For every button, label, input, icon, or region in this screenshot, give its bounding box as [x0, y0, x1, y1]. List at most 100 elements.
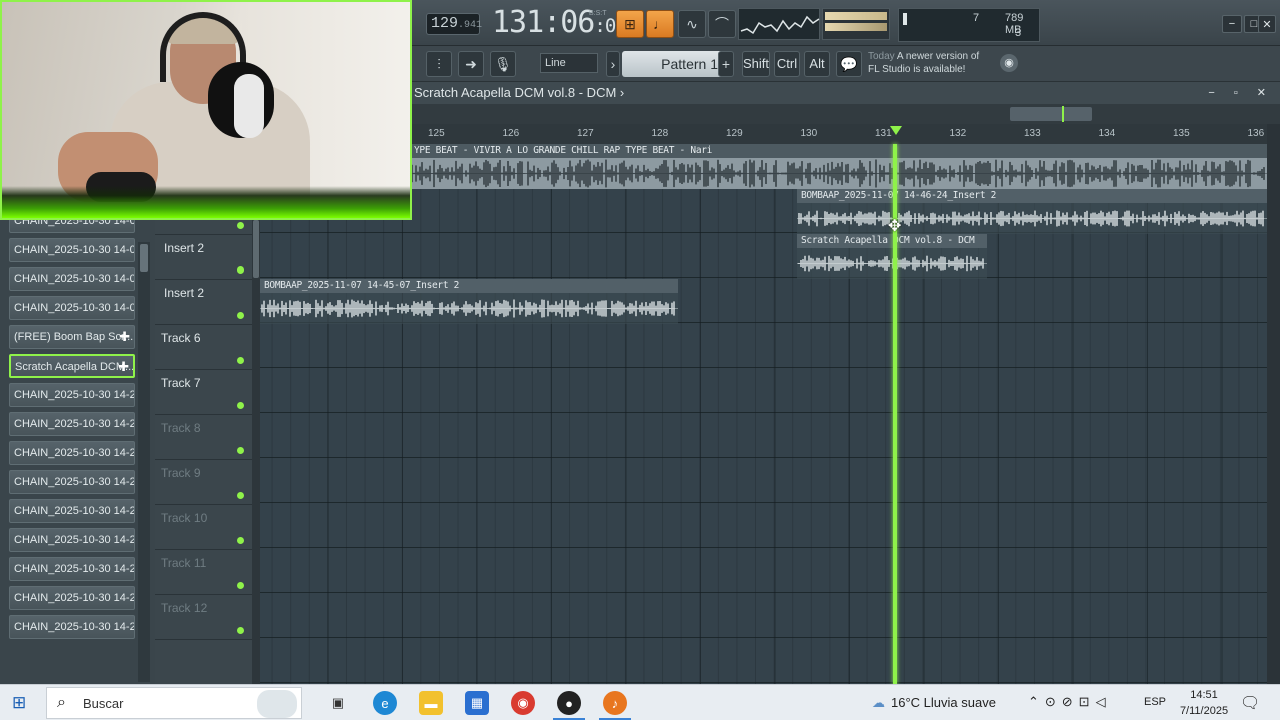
browser-item[interactable]: CHAIN_2025-10-30 14-2...: [9, 383, 135, 407]
clip-bombaap-1[interactable]: BOMBAAP_2025-11-07 14-46-24_Insert 2: [797, 189, 1267, 234]
track-resize-handle[interactable]: [252, 144, 260, 684]
waveform-icon: ∿: [686, 15, 698, 32]
browser-item[interactable]: CHAIN_2025-10-30 14-2...: [9, 557, 135, 581]
hint-line-2: FL Studio is available!: [868, 64, 966, 75]
playlist-overview-scrollbar[interactable]: [410, 104, 1280, 124]
taskbar-search[interactable]: ⌕ Buscar: [46, 687, 302, 719]
chrome-icon[interactable]: ◉: [511, 691, 535, 715]
playlist-titlebar: Scratch Acapella DCM vol.8 - DCM › − ▫ ✕: [410, 82, 1280, 104]
weather-widget[interactable]: ☁ 16°C Lluvia suave: [872, 695, 996, 711]
clip-bombaap-2[interactable]: BOMBAAP_2025-11-07 14-45-07_Insert 2: [260, 279, 678, 324]
obs-icon[interactable]: ●: [557, 691, 581, 715]
browser-item[interactable]: Scratch Acapella DCM... ✚: [9, 354, 135, 378]
fl-studio-icon[interactable]: ♪: [603, 691, 627, 715]
track-mute-led[interactable]: [237, 266, 244, 273]
browser-item[interactable]: CHAIN_2025-10-30 14-2...: [9, 470, 135, 494]
pattern-prev-button[interactable]: ›: [606, 51, 620, 77]
browser-scroll-thumb[interactable]: [140, 244, 148, 272]
store-icon[interactable]: ▦: [465, 691, 489, 715]
next-button[interactable]: ➜: [458, 51, 484, 77]
clip-scratch[interactable]: Scratch Acapella DCM vol.8 - DCM: [797, 234, 987, 279]
add-pattern-button[interactable]: +: [718, 51, 734, 77]
language-indicator[interactable]: ESP: [1144, 696, 1166, 708]
grip-thumb[interactable]: [253, 220, 259, 278]
step-edit-button[interactable]: ⊞: [616, 10, 644, 38]
folder-icon[interactable]: ▬: [419, 691, 443, 715]
record-button[interactable]: 🎙: [490, 51, 516, 77]
browser-item[interactable]: CHAIN_2025-10-30 14-2...: [9, 528, 135, 552]
playlist-right-scrollbar[interactable]: [1267, 124, 1280, 684]
overview-thumb[interactable]: [1010, 107, 1092, 121]
clock-date: 7/11/2025: [1179, 705, 1229, 717]
track-mute-led[interactable]: [237, 447, 244, 454]
hint-today: Today: [868, 51, 895, 62]
taskbar-clock[interactable]: 14:51 7/11/2025: [1176, 687, 1232, 719]
track-mute-led[interactable]: [237, 357, 244, 364]
track-header[interactable]: Track 12: [155, 595, 252, 640]
browser-item-label: CHAIN_2025-10-30 14-2...: [14, 534, 135, 546]
clip-beat[interactable]: YPE BEAT - VIVIR A LO GRANDE CHILL RAP T…: [410, 144, 1267, 189]
track-name: Track 10: [161, 511, 208, 525]
track-mute-led[interactable]: [237, 627, 244, 634]
browser-item[interactable]: CHAIN_2025-10-30 14-2...: [9, 441, 135, 465]
track-name: Track 9: [161, 466, 201, 480]
windows-start-icon[interactable]: ⊞: [12, 694, 30, 712]
tempo-display[interactable]: 129.941: [426, 13, 482, 35]
oscilloscope-wave: [740, 15, 820, 35]
browser-item[interactable]: CHAIN_2025-10-30 14-0...: [9, 296, 135, 320]
timeline-ruler[interactable]: 125 126 127 128 129 130 131 132 133 134 135 136: [410, 124, 1270, 144]
browser-scrollbar[interactable]: [138, 242, 150, 682]
master-volume-meter[interactable]: [822, 8, 890, 40]
alt-button[interactable]: Alt: [804, 51, 830, 77]
track-header[interactable]: Insert 2: [155, 280, 252, 325]
track-header[interactable]: Insert 2: [155, 235, 252, 280]
track-header[interactable]: Track 6: [155, 325, 252, 370]
update-globe-icon[interactable]: ◉: [1000, 54, 1018, 72]
system-tray[interactable]: ⌃⊙⊘⊡◁: [1028, 694, 1112, 710]
playlist-window-buttons[interactable]: − ▫ ✕: [1208, 82, 1274, 104]
hint-icon-button[interactable]: 💬: [836, 51, 862, 77]
track-mute-led[interactable]: [237, 312, 244, 319]
mixer-button[interactable]: ⫶: [426, 51, 452, 77]
browser-item[interactable]: CHAIN_2025-10-30 14-2...: [9, 586, 135, 610]
metronome-button[interactable]: ♩: [646, 10, 674, 38]
track-mute-led[interactable]: [237, 582, 244, 589]
pattern-selector[interactable]: Pattern 1: [622, 51, 726, 77]
track-mute-led[interactable]: [237, 402, 244, 409]
track-mute-led[interactable]: [237, 222, 244, 229]
track-header[interactable]: Track 9: [155, 460, 252, 505]
ruler-bar-label: 128: [651, 128, 669, 139]
countdown-button[interactable]: ⌒: [708, 10, 736, 38]
browser-item[interactable]: CHAIN_2025-10-30 14-2...: [9, 615, 135, 639]
close-button[interactable]: ✕: [1258, 15, 1276, 33]
notification-icon[interactable]: 🗨: [1240, 693, 1260, 713]
shift-button[interactable]: Shift: [742, 51, 770, 77]
memory-value: 789 MB: [1005, 12, 1024, 36]
browser-item[interactable]: CHAIN_2025-10-30 14-0...: [9, 238, 135, 262]
minimize-button[interactable]: −: [1222, 15, 1242, 33]
browser-item[interactable]: CHAIN_2025-10-30 14-0...: [9, 267, 135, 291]
track-header[interactable]: Track 8: [155, 415, 252, 460]
browser-item[interactable]: CHAIN_2025-10-30 14-2...: [9, 499, 135, 523]
browser-item[interactable]: (FREE) Boom Bap Scr... ✚: [9, 325, 135, 349]
edge-icon[interactable]: e: [373, 691, 397, 715]
song-position-main: 131:06: [492, 5, 595, 40]
keyboard-icon: ⊞: [624, 15, 636, 32]
playhead-marker[interactable]: [890, 126, 902, 135]
wait-input-button[interactable]: ∿: [678, 10, 706, 38]
track-mute-led[interactable]: [237, 492, 244, 499]
snap-selector[interactable]: Line: [540, 53, 598, 73]
track-header[interactable]: Track 7: [155, 370, 252, 415]
browser-item-label: CHAIN_2025-10-30 14-0...: [14, 273, 135, 285]
add-to-playlist-icon[interactable]: ✚: [119, 326, 130, 348]
track-header[interactable]: Track 10: [155, 505, 252, 550]
add-to-playlist-icon[interactable]: ✚: [118, 356, 129, 376]
browser-item[interactable]: CHAIN_2025-10-30 14-2...: [9, 412, 135, 436]
plus-icon: +: [721, 56, 731, 72]
overview-playhead: [1062, 106, 1064, 122]
track-mute-led[interactable]: [237, 537, 244, 544]
task-view-icon[interactable]: ▣: [326, 691, 350, 715]
microphone-icon: 🎙: [494, 55, 512, 72]
track-header[interactable]: Track 11: [155, 550, 252, 595]
ctrl-button[interactable]: Ctrl: [774, 51, 800, 77]
